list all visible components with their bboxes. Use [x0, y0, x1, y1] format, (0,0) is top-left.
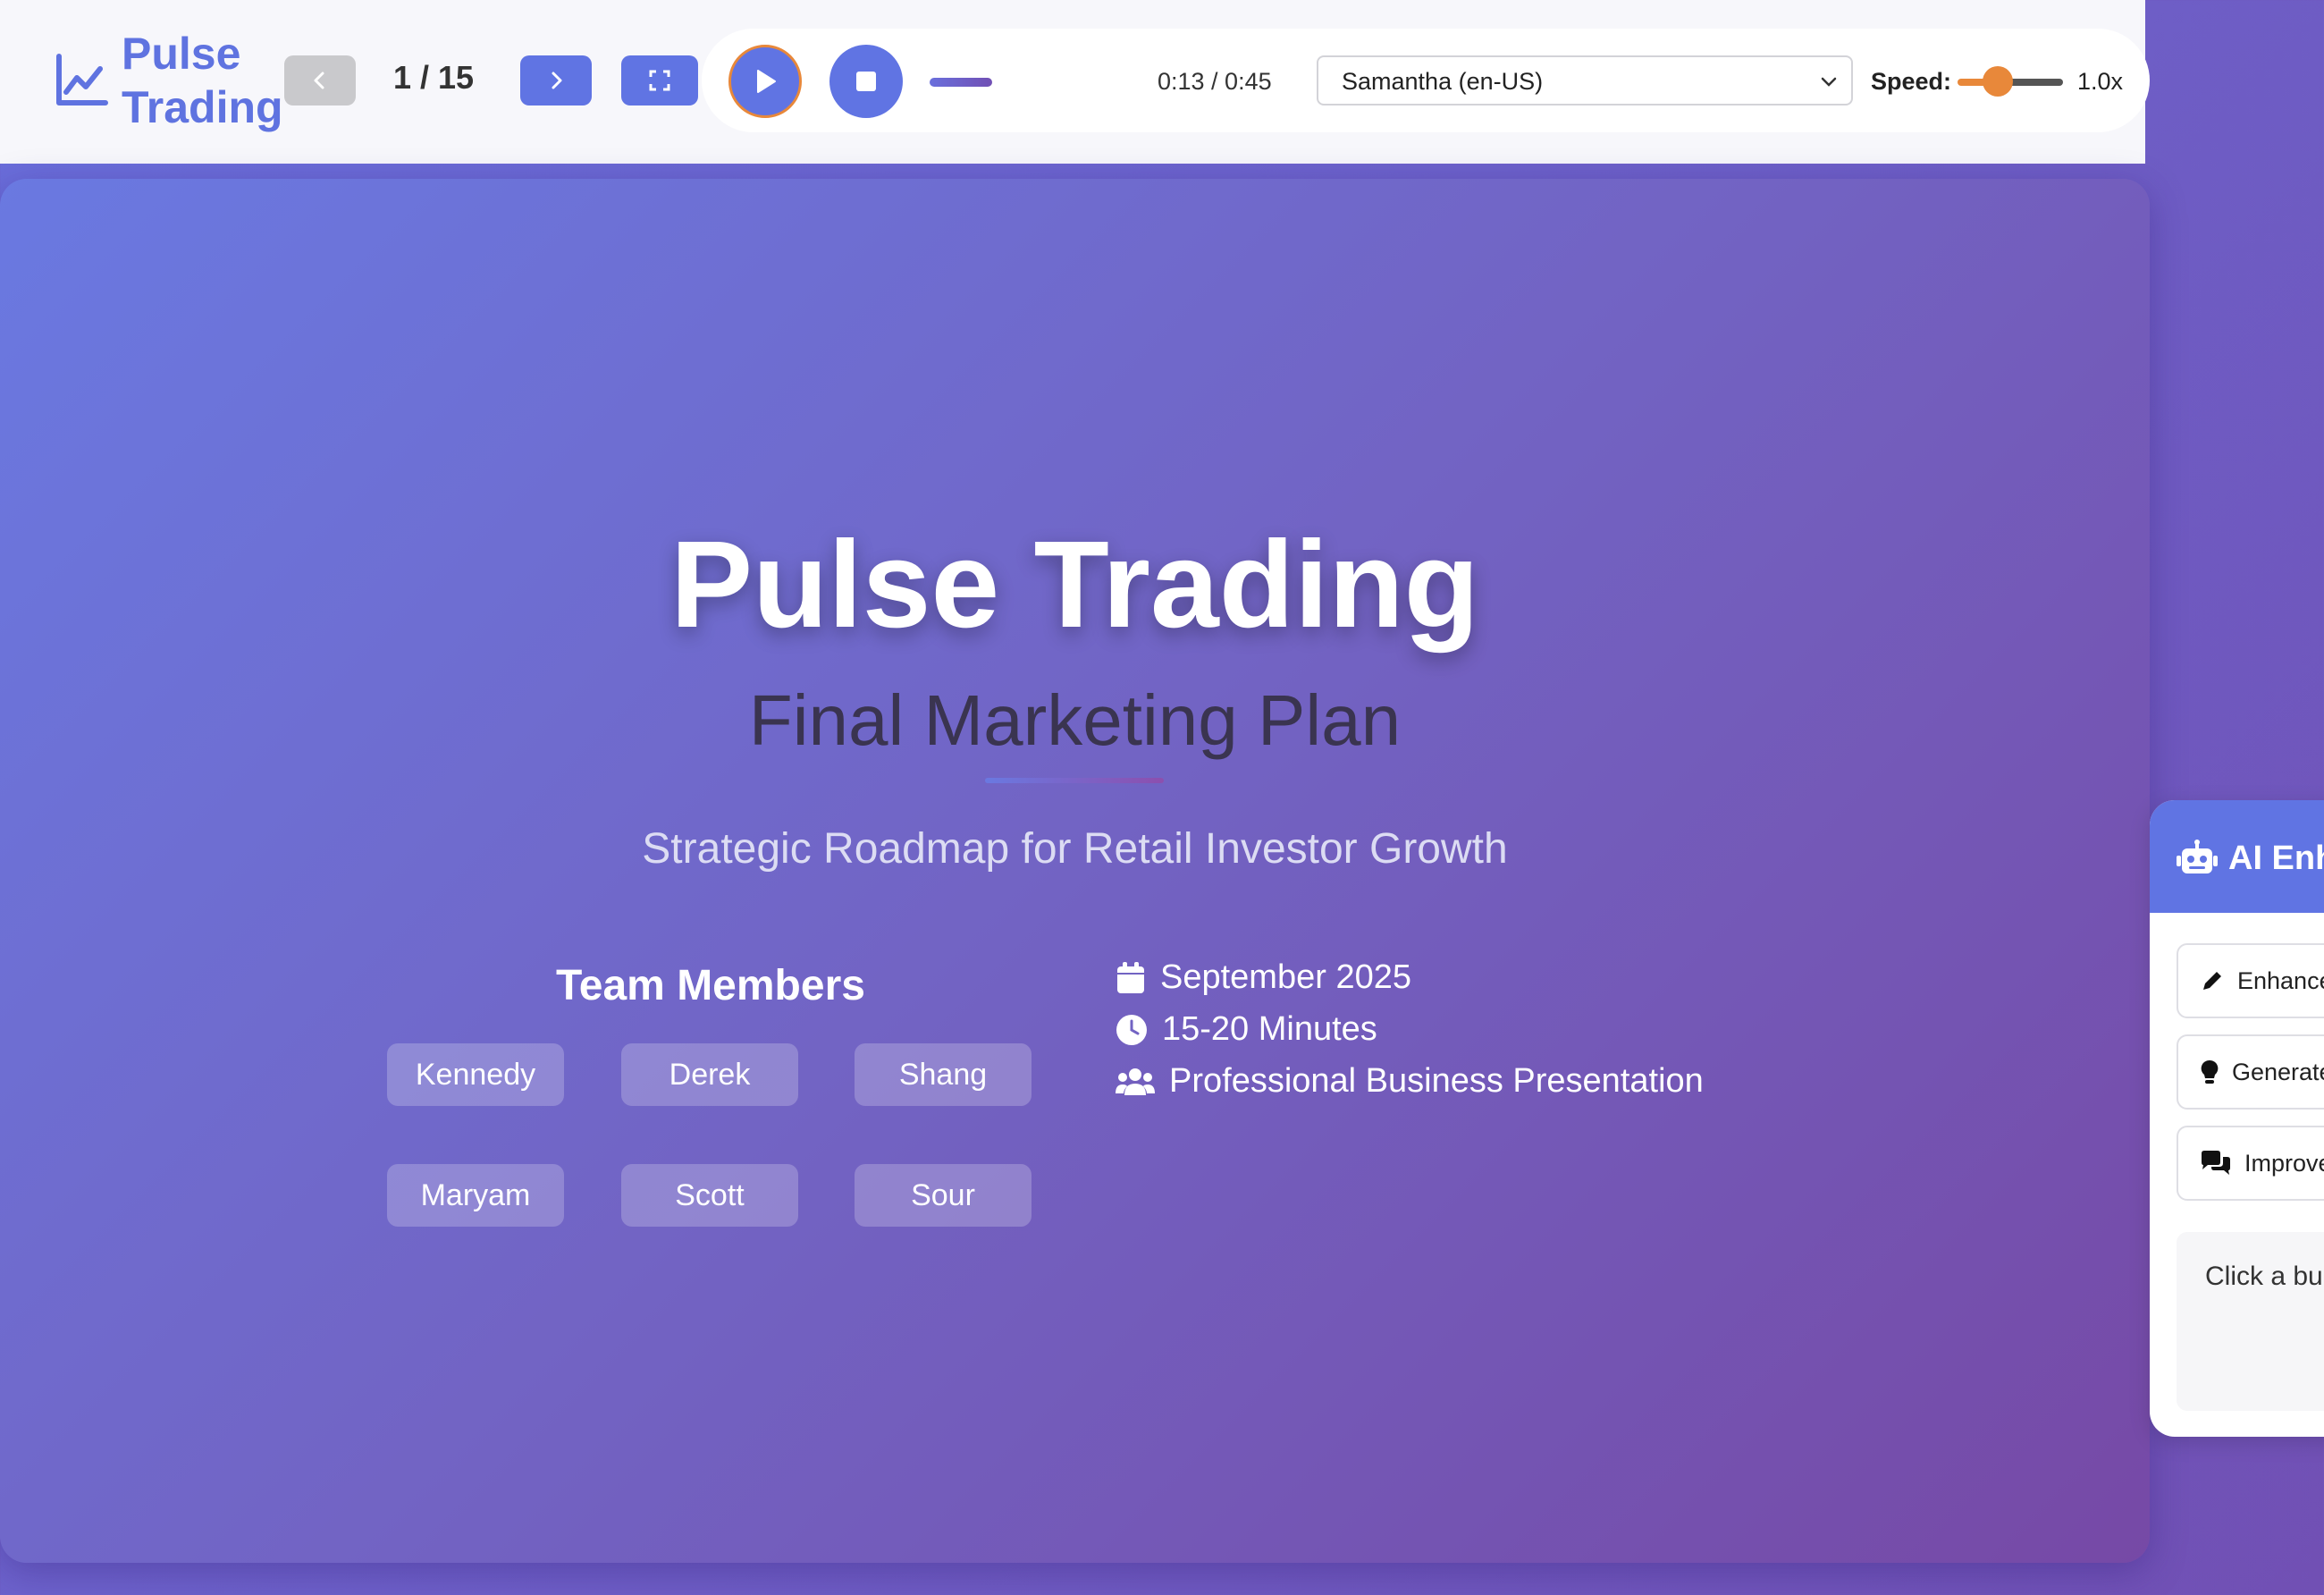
title-divider [985, 778, 1164, 783]
team-member-chip: Scott [621, 1164, 798, 1227]
slide-canvas: Pulse Trading Final Marketing Plan Strat… [0, 179, 2150, 1563]
chart-line-icon [56, 54, 108, 105]
slide-tagline: Strategic Roadmap for Retail Investor Gr… [642, 825, 1508, 873]
ai-panel-header: AI Enh [2150, 800, 2324, 913]
speed-value: 1.0x [2077, 68, 2124, 95]
brand-line-1: Pulse [122, 29, 241, 79]
users-icon [1116, 1068, 1155, 1095]
robot-icon [2177, 840, 2218, 873]
ai-output-text: Click a bu your prese [2205, 1262, 2324, 1291]
ai-output-box: Click a bu your prese [2177, 1232, 2324, 1411]
expand-icon [649, 70, 670, 91]
info-date: September 2025 [1116, 958, 1411, 997]
voice-select[interactable]: Samantha (en-US) [1317, 55, 1853, 105]
top-toolbar: Pulse Trading 1 / 15 0:13 / 0:45 Samanth… [0, 0, 2150, 164]
team-member-chip: Kennedy [387, 1043, 564, 1106]
generate-button[interactable]: Generate [2177, 1034, 2324, 1110]
brand: Pulse Trading [54, 27, 283, 134]
info-format: Professional Business Presentation [1116, 1062, 1704, 1101]
pencil-icon [2203, 972, 2221, 990]
team-member-chip: Derek [621, 1043, 798, 1106]
comments-icon [2202, 1151, 2230, 1175]
ai-panel-title: AI Enh [2228, 840, 2324, 877]
info-date-text: September 2025 [1160, 958, 1411, 996]
stop-button[interactable] [829, 45, 903, 118]
enhance-button-label: Enhance [2237, 966, 2324, 994]
lightbulb-icon [2201, 1059, 2219, 1084]
stop-icon [856, 72, 876, 91]
speed-label: Speed: [1871, 68, 1952, 95]
info-format-text: Professional Business Presentation [1169, 1062, 1704, 1100]
team-member-chip: Sour [855, 1164, 1031, 1227]
clock-icon [1116, 1014, 1147, 1045]
chevron-left-icon [314, 72, 324, 89]
slide-subtitle: Final Marketing Plan [748, 680, 1402, 760]
previous-slide-button[interactable] [284, 55, 356, 105]
improve-button-label: Improve [2244, 1149, 2324, 1177]
voice-select-value: Samantha (en-US) [1342, 68, 1544, 95]
improve-button[interactable]: Improve [2177, 1126, 2324, 1201]
slide-title: Pulse Trading [670, 516, 1479, 654]
ai-enhance-panel: AI Enh Enhance Generate Improve Click a … [2150, 800, 2324, 1437]
chevron-down-icon [1821, 77, 1837, 87]
play-icon [757, 70, 776, 93]
brand-name: Pulse Trading [122, 27, 283, 134]
next-slide-button[interactable] [520, 55, 592, 105]
team-heading: Team Members [556, 962, 865, 1009]
info-duration-text: 15-20 Minutes [1162, 1010, 1377, 1048]
playback-time: 0:13 / 0:45 [1158, 68, 1272, 95]
calendar-icon [1117, 961, 1144, 993]
play-button[interactable] [728, 45, 802, 118]
team-member-chip: Shang [855, 1043, 1031, 1106]
fullscreen-button[interactable] [621, 55, 698, 105]
team-member-chip: Maryam [387, 1164, 564, 1227]
enhance-button[interactable]: Enhance [2177, 943, 2324, 1018]
generate-button-label: Generate [2232, 1058, 2324, 1085]
playback-progress-bar[interactable] [930, 78, 992, 87]
info-duration: 15-20 Minutes [1116, 1010, 1377, 1049]
chevron-right-icon [552, 72, 562, 89]
slide-counter: 1 / 15 [393, 59, 475, 96]
brand-line-2: Trading [122, 82, 283, 132]
speed-slider-thumb[interactable] [1982, 66, 2013, 97]
